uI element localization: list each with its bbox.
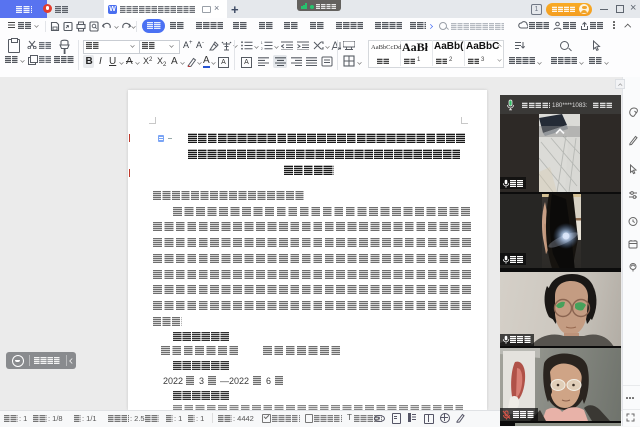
svg-text:2: 2 — [261, 46, 264, 50]
svg-text:1: 1 — [261, 41, 264, 45]
